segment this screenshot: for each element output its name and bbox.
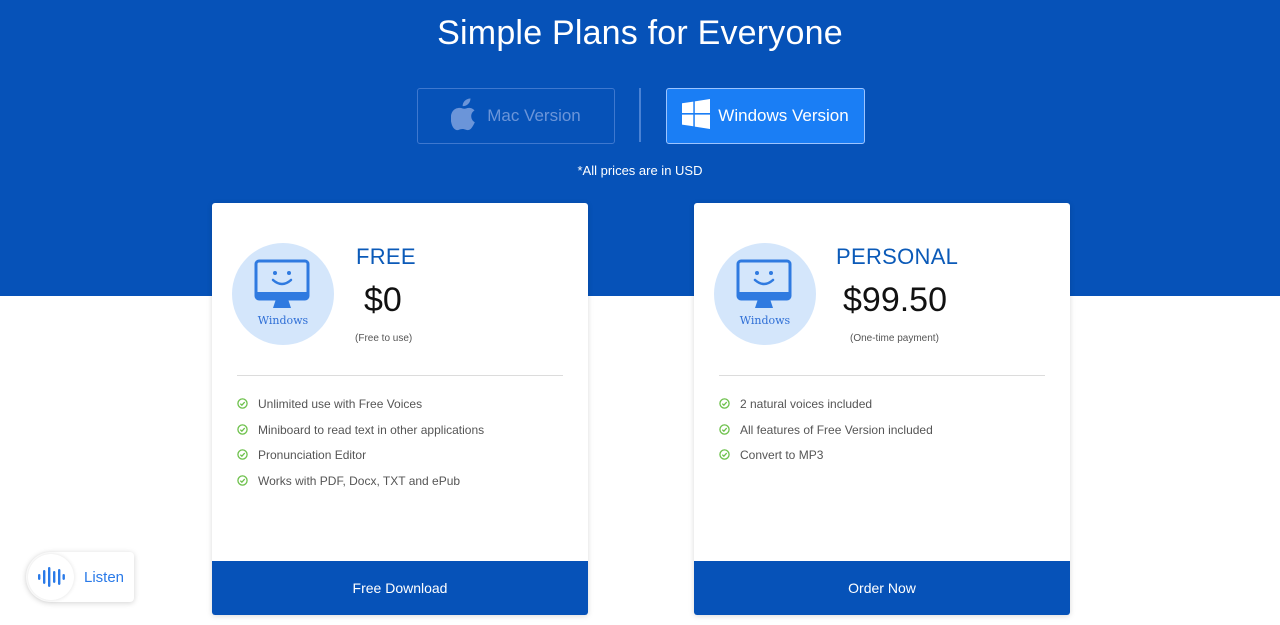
tab-mac-version[interactable]: Mac Version	[417, 88, 615, 144]
plan-avatar: Windows	[714, 243, 816, 345]
plan-card-free: Windows FREE $0 (Free to use) Unlimited …	[212, 203, 588, 615]
windows-icon	[682, 98, 718, 134]
plan-price: $0	[364, 281, 402, 319]
feature-text: 2 natural voices included	[740, 397, 873, 411]
tab-divider	[639, 88, 641, 142]
feature-text: Unlimited use with Free Voices	[258, 397, 423, 411]
tab-mac-label: Mac Version	[487, 106, 581, 125]
feature-list: Unlimited use with Free Voices Miniboard…	[237, 397, 484, 499]
plan-os-label: Windows	[257, 314, 309, 327]
free-download-button[interactable]: Free Download	[212, 561, 588, 615]
order-now-button[interactable]: Order Now	[694, 561, 1070, 615]
plan-price-note: (Free to use)	[355, 333, 413, 344]
page-title: Simple Plans for Everyone	[437, 14, 843, 52]
currency-note: *All prices are in USD	[577, 163, 703, 178]
feature-text: All features of Free Version included	[740, 422, 933, 437]
feature-text: Convert to MP3	[740, 448, 824, 462]
feature-list: 2 natural voices included All features o…	[719, 397, 933, 474]
check-circle-icon	[719, 423, 730, 435]
listen-label: Listen	[84, 568, 125, 586]
plan-name: PERSONAL	[836, 244, 959, 269]
plan-os-label: Windows	[739, 314, 791, 327]
check-circle-icon	[719, 449, 730, 460]
feature-item: Works with PDF, Docx, TXT and ePub	[237, 474, 484, 500]
feature-item: Convert to MP3	[719, 448, 933, 474]
listen-icon-circle[interactable]	[28, 554, 74, 600]
plan-price-note: (One-time payment)	[850, 333, 939, 344]
feature-text: Pronunciation Editor	[258, 448, 367, 462]
feature-item: 2 natural voices included	[719, 397, 933, 423]
card-divider	[719, 375, 1045, 376]
feature-item: Unlimited use with Free Voices	[237, 397, 484, 423]
check-circle-icon	[237, 398, 248, 409]
monitor-smile-icon	[254, 259, 310, 308]
check-circle-icon	[237, 449, 248, 460]
plan-price: $99.50	[843, 281, 947, 319]
check-circle-icon	[237, 423, 248, 435]
tab-windows-label: Windows Version	[718, 106, 849, 125]
monitor-smile-icon	[736, 259, 792, 308]
feature-text: Works with PDF, Docx, TXT and ePub	[258, 473, 461, 488]
check-circle-icon	[719, 398, 730, 409]
feature-item: Miniboard to read text in other applicat…	[237, 423, 484, 449]
plan-avatar: Windows	[232, 243, 334, 345]
plan-card-personal: Windows PERSONAL $99.50 (One-time paymen…	[694, 203, 1070, 615]
feature-text: Miniboard to read text in other applicat…	[258, 422, 485, 437]
check-circle-icon	[237, 474, 248, 486]
feature-item: All features of Free Version included	[719, 423, 933, 449]
tab-windows-version[interactable]: Windows Version	[666, 88, 865, 144]
card-divider	[237, 375, 563, 376]
audio-wave-icon	[38, 567, 65, 587]
plan-name: FREE	[356, 244, 416, 269]
listen-widget[interactable]: Listen	[26, 552, 134, 602]
feature-item: Pronunciation Editor	[237, 448, 484, 474]
apple-icon	[450, 97, 487, 136]
